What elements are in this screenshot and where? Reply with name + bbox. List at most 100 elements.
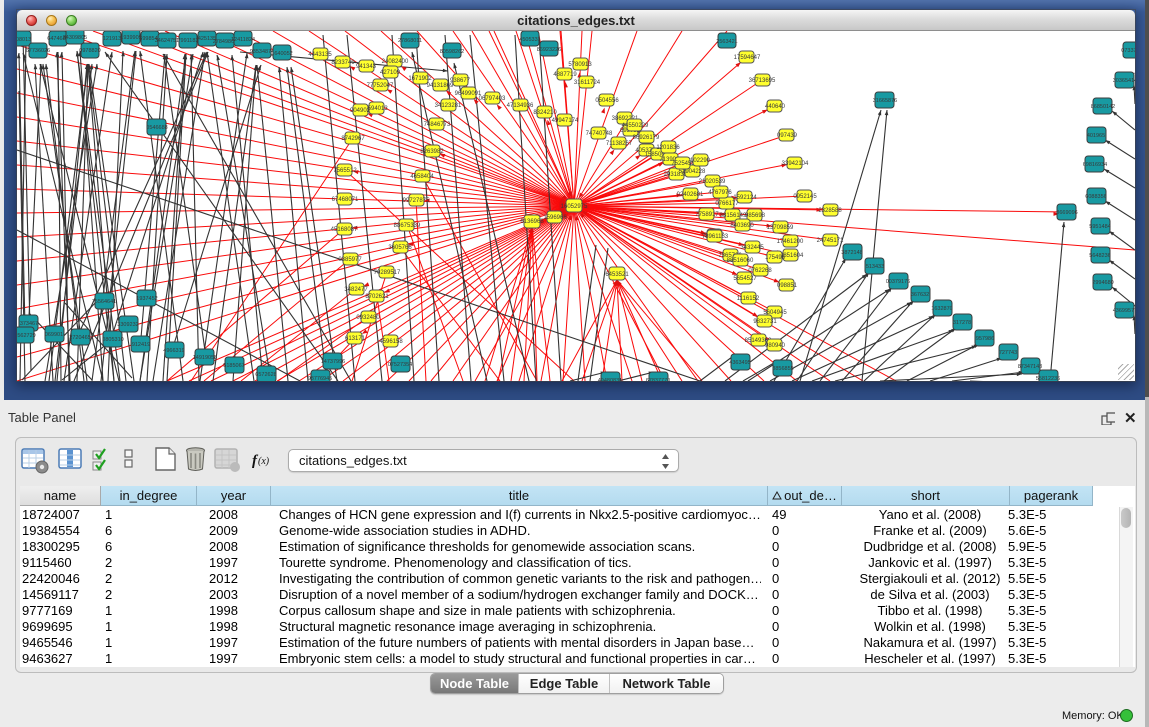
svg-text:2720465: 2720465 [69,335,90,341]
svg-text:3482477: 3482477 [344,287,368,293]
svg-text:4658404: 4658404 [410,174,434,180]
svg-text:0546688: 0546688 [146,125,167,131]
svg-text:00379176: 00379176 [886,279,910,285]
svg-text:8702621: 8702621 [365,294,389,300]
svg-text:427109: 427109 [380,70,401,76]
svg-text:71138267: 71138267 [606,141,633,147]
svg-text:7565512: 7565512 [333,168,357,174]
svg-text:67468071: 67468071 [332,197,359,203]
svg-text:55812236: 55812236 [1036,376,1060,381]
svg-text:0932480: 0932480 [356,315,380,321]
svg-text:17594647: 17594647 [734,55,761,61]
svg-text:8324210: 8324210 [533,110,557,116]
svg-text:6453521: 6453521 [605,272,629,278]
svg-text:24745171: 24745171 [817,238,844,244]
svg-text:938677: 938677 [450,78,471,84]
svg-text:45168087: 45168087 [331,227,358,233]
svg-text:5780913: 5780913 [568,62,592,68]
svg-text:1592124: 1592124 [733,195,757,201]
svg-text:6088356: 6088356 [1085,194,1106,200]
svg-text:317278: 317278 [953,320,971,326]
svg-text:86926179: 86926179 [633,135,660,141]
svg-text:957986: 957986 [976,336,994,342]
svg-text:3309232: 3309232 [117,322,138,328]
svg-text:02402681: 02402681 [677,192,704,198]
svg-text:34123281: 34123281 [435,103,462,109]
svg-text:904902: 904902 [350,108,371,114]
svg-text:4596158: 4596158 [379,339,403,345]
svg-text:24082400: 24082400 [382,59,409,65]
svg-text:9832731: 9832731 [753,319,777,325]
svg-text:727743: 727743 [999,350,1017,356]
svg-text:88516060: 88516060 [727,258,754,264]
svg-text:74846773: 74846773 [424,122,451,128]
svg-text:440640: 440640 [765,104,786,110]
svg-text:31665876: 31665876 [873,98,897,104]
svg-text:70289517: 70289517 [374,270,401,276]
svg-text:7758917: 7758917 [695,212,719,218]
svg-text:108013: 108013 [17,37,31,43]
svg-text:99727875: 99727875 [403,198,430,204]
svg-text:78961183: 78961183 [702,234,729,240]
svg-text:2328588: 2328588 [818,208,842,214]
svg-text:34309805: 34309805 [63,35,87,41]
svg-text:86850142: 86850142 [1091,104,1115,110]
svg-text:5648236: 5648236 [1089,253,1110,259]
svg-text:941343: 941343 [356,64,377,70]
svg-text:373467: 373467 [20,321,38,327]
svg-text:38156149: 38156149 [720,213,747,219]
svg-text:069901: 069901 [45,332,63,338]
svg-text:102290: 102290 [690,158,711,164]
svg-text:513433: 513433 [866,264,884,270]
svg-text:6136968: 6136968 [520,219,544,225]
svg-text:0504556: 0504556 [595,98,619,104]
svg-text:13709859: 13709859 [767,225,794,231]
svg-text:12411824: 12411824 [231,37,255,43]
svg-text:3605766: 3605766 [388,245,412,251]
svg-text:8233749: 8233749 [331,60,355,66]
svg-text:985698: 985698 [745,213,766,219]
svg-text:5951484: 5951484 [1089,224,1110,230]
svg-text:912419: 912419 [132,342,150,348]
svg-text:44550229: 44550229 [622,123,649,129]
svg-text:3872148: 3872148 [841,250,862,256]
svg-text:2563421: 2563421 [716,39,737,45]
svg-text:4443135: 4443135 [308,52,332,58]
svg-text:1671902: 1671902 [408,76,432,82]
svg-text:06797403: 06797403 [479,96,506,102]
svg-text:74740748: 74740748 [586,131,613,137]
svg-text:1116152: 1116152 [737,296,760,302]
svg-text:0952145: 0952145 [793,194,817,200]
svg-text:7991183: 7991183 [177,38,198,44]
svg-text:4887719: 4887719 [553,72,577,78]
svg-text:16052975: 16052975 [561,204,588,210]
svg-text:30365414: 30365414 [1113,78,1135,84]
svg-text:0762268: 0762268 [748,268,772,274]
svg-text:36713695: 36713695 [749,78,776,84]
svg-text:121913: 121913 [103,36,121,42]
svg-text:097439: 097439 [777,133,798,139]
svg-text:401965: 401965 [1087,133,1105,139]
svg-text:21020539: 21020539 [699,179,726,185]
svg-text:4767976: 4767976 [708,190,732,196]
svg-text:67736026: 67736026 [26,48,50,54]
svg-text:098851: 098851 [777,283,798,289]
svg-text:27868011: 27868011 [398,38,422,44]
svg-text:69816934: 69816934 [1083,162,1107,168]
svg-text:367632: 367632 [911,292,929,298]
svg-text:1596966: 1596966 [543,215,567,221]
svg-text:3669096: 3669096 [1056,210,1077,216]
svg-text:67837770: 67837770 [646,378,670,381]
svg-text:34624751: 34624751 [155,38,179,44]
svg-text:3432445: 3432445 [740,245,764,251]
svg-text:8263982: 8263982 [420,149,444,155]
svg-text:4505331: 4505331 [519,37,540,43]
svg-text:17461200: 17461200 [777,239,804,245]
svg-text:80598262: 80598262 [440,49,464,55]
svg-text:77752047: 77752047 [367,83,394,89]
svg-text:87347143: 87347143 [1018,364,1042,370]
svg-text:14919058: 14919058 [193,355,217,361]
svg-text:0766177: 0766177 [715,201,739,207]
svg-text:1201836: 1201836 [656,145,680,151]
svg-text:33942104: 33942104 [782,161,809,167]
